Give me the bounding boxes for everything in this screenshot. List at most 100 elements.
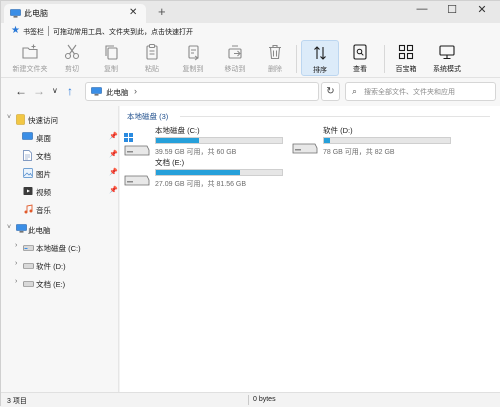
selection-size: 0 bytes bbox=[253, 396, 276, 403]
search-box[interactable]: ⌕ bbox=[345, 82, 496, 101]
sort-button[interactable]: 排序 bbox=[301, 40, 339, 76]
address-bar[interactable]: 此电脑 › bbox=[85, 82, 319, 101]
copy-to-button[interactable]: 复制到 bbox=[175, 40, 211, 76]
ribbon-toolbar: 新建文件夹 剪切 复制 粘贴 复制到 移动到 删除 排序 查看 百宝箱 系统模式 bbox=[1, 40, 500, 78]
copy-button[interactable]: 复制 bbox=[96, 40, 126, 76]
copy-label: 复制 bbox=[104, 66, 118, 73]
back-button[interactable]: ← bbox=[15, 84, 27, 98]
sidebar-item-label: 文档 (E:) bbox=[36, 280, 66, 289]
drive-name: 软件 (D:) bbox=[323, 126, 353, 135]
toolbox-button[interactable]: 百宝箱 bbox=[389, 40, 423, 76]
drive-icon bbox=[23, 244, 34, 253]
file-explorer-window: 此电脑 ✕ + — ☐ ✕ ★ 书签栏 可拖动常用工具、文件夹到此，点击快速打开… bbox=[0, 0, 500, 407]
sidebar-item-label: 视频 bbox=[36, 188, 51, 197]
sidebar-item-drive-e[interactable]: › 文档 (E:) bbox=[15, 276, 117, 291]
view-button[interactable]: 查看 bbox=[345, 40, 375, 76]
tab-bar: 此电脑 ✕ + — ☐ ✕ bbox=[1, 1, 500, 23]
status-bar: 3 项目 0 bytes bbox=[1, 392, 500, 407]
sidebar-item-drive-c[interactable]: › 本地磁盘 (C:) bbox=[15, 240, 117, 255]
drive-space-info: 27.09 GB 可用，共 81.56 GB bbox=[155, 181, 247, 188]
close-button[interactable]: ✕ bbox=[467, 3, 497, 16]
paste-label: 粘贴 bbox=[145, 66, 159, 73]
expand-chevron-icon[interactable]: ˅ bbox=[7, 114, 11, 121]
drive-tile-d[interactable]: 软件 (D:) 78 GB 可用，共 82 GB bbox=[292, 125, 462, 165]
scissors-icon bbox=[63, 43, 81, 61]
sidebar-item-drive-d[interactable]: › 软件 (D:) bbox=[15, 258, 117, 273]
sidebar-item-videos[interactable]: 视频 📌 bbox=[7, 184, 118, 199]
search-input[interactable] bbox=[364, 86, 492, 98]
this-pc-icon bbox=[91, 87, 102, 98]
star-icon: ★ bbox=[11, 25, 20, 36]
copy-icon bbox=[102, 43, 120, 61]
sidebar-item-quick-access[interactable]: ˅ 快速访问 bbox=[7, 112, 117, 127]
maximize-button[interactable]: ☐ bbox=[437, 3, 467, 16]
ribbon-divider bbox=[384, 45, 385, 73]
new-folder-button[interactable]: 新建文件夹 bbox=[7, 40, 53, 76]
folder-icon bbox=[16, 114, 25, 127]
tab-close-button[interactable]: ✕ bbox=[129, 7, 137, 18]
sidebar-item-pictures[interactable]: 图片 📌 bbox=[7, 166, 118, 181]
sidebar-item-label: 快速访问 bbox=[28, 116, 58, 125]
videos-icon bbox=[23, 186, 33, 198]
sort-icon bbox=[311, 44, 329, 62]
new-folder-icon bbox=[21, 43, 39, 61]
drive-icon bbox=[124, 165, 150, 191]
documents-icon bbox=[23, 150, 32, 163]
recent-locations-button[interactable]: ∨ bbox=[52, 86, 58, 95]
desktop-icon bbox=[22, 132, 33, 143]
drive-icon bbox=[292, 133, 318, 159]
navigation-pane: ˅ 快速访问 桌面 📌 文档 📌 图片 📌 视频 📌 音乐 ˅ 此电脑 › 本地… bbox=[1, 106, 119, 392]
view-icon bbox=[351, 43, 369, 61]
drive-usage-fill bbox=[324, 138, 331, 143]
expand-chevron-icon[interactable]: › bbox=[15, 242, 17, 249]
favorites-bar: ★ 书签栏 可拖动常用工具、文件夹到此，点击快速打开 bbox=[1, 23, 500, 40]
address-path[interactable]: 此电脑 bbox=[106, 87, 129, 98]
sidebar-item-label: 图片 bbox=[36, 170, 51, 179]
favorites-label[interactable]: 书签栏 bbox=[23, 27, 44, 37]
drive-icon bbox=[23, 262, 34, 271]
expand-chevron-icon[interactable]: ˅ bbox=[7, 224, 11, 231]
new-folder-label: 新建文件夹 bbox=[12, 66, 48, 73]
favorites-divider bbox=[48, 26, 49, 36]
new-tab-button[interactable]: + bbox=[158, 4, 166, 19]
sidebar-item-music[interactable]: 音乐 bbox=[7, 202, 117, 217]
sidebar-item-this-pc[interactable]: ˅ 此电脑 bbox=[7, 222, 117, 237]
status-divider bbox=[248, 395, 249, 405]
system-mode-button[interactable]: 系统模式 bbox=[427, 40, 467, 76]
sidebar-item-documents[interactable]: 文档 📌 bbox=[7, 148, 118, 163]
tab-this-pc[interactable]: 此电脑 ✕ bbox=[4, 4, 146, 23]
address-chevron[interactable]: › bbox=[134, 86, 137, 96]
drive-name: 文档 (E:) bbox=[155, 158, 185, 167]
up-button[interactable]: ↑ bbox=[67, 84, 73, 98]
refresh-button[interactable]: ↻ bbox=[321, 82, 340, 101]
trash-icon bbox=[266, 43, 284, 61]
pictures-icon bbox=[23, 168, 33, 180]
move-to-icon bbox=[226, 43, 244, 61]
drive-usage-bar bbox=[155, 137, 283, 144]
item-count: 3 项目 bbox=[7, 398, 27, 405]
forward-button[interactable]: → bbox=[33, 84, 45, 98]
monitor-icon bbox=[438, 43, 456, 61]
move-to-button[interactable]: 移动到 bbox=[217, 40, 253, 76]
drive-tile-e[interactable]: 文档 (E:) 27.09 GB 可用，共 81.56 GB bbox=[124, 157, 289, 197]
minimize-button[interactable]: — bbox=[407, 3, 437, 15]
this-pc-icon bbox=[16, 224, 27, 235]
delete-label: 删除 bbox=[268, 66, 282, 73]
ribbon-divider bbox=[296, 45, 297, 73]
move-to-label: 移动到 bbox=[224, 66, 246, 73]
delete-button[interactable]: 删除 bbox=[260, 40, 290, 76]
search-icon: ⌕ bbox=[352, 86, 358, 96]
expand-chevron-icon[interactable]: › bbox=[15, 260, 17, 267]
navigation-bar: ← → ∨ ↑ 此电脑 › ↻ ⌕ bbox=[1, 78, 500, 106]
paste-icon bbox=[143, 43, 161, 61]
view-label: 查看 bbox=[353, 66, 367, 73]
toolbox-icon bbox=[397, 43, 415, 61]
paste-button[interactable]: 粘贴 bbox=[137, 40, 167, 76]
content-pane: 本地磁盘 (3) 本地磁盘 (C:) 39.59 GB 可用，共 60 GB 软… bbox=[120, 106, 500, 392]
cut-button[interactable]: 剪切 bbox=[57, 40, 87, 76]
expand-chevron-icon[interactable]: › bbox=[15, 278, 17, 285]
group-header[interactable]: 本地磁盘 (3) bbox=[127, 111, 168, 122]
pin-icon: 📌 bbox=[109, 169, 118, 176]
sidebar-item-desktop[interactable]: 桌面 📌 bbox=[7, 130, 118, 145]
pin-icon: 📌 bbox=[109, 151, 118, 158]
